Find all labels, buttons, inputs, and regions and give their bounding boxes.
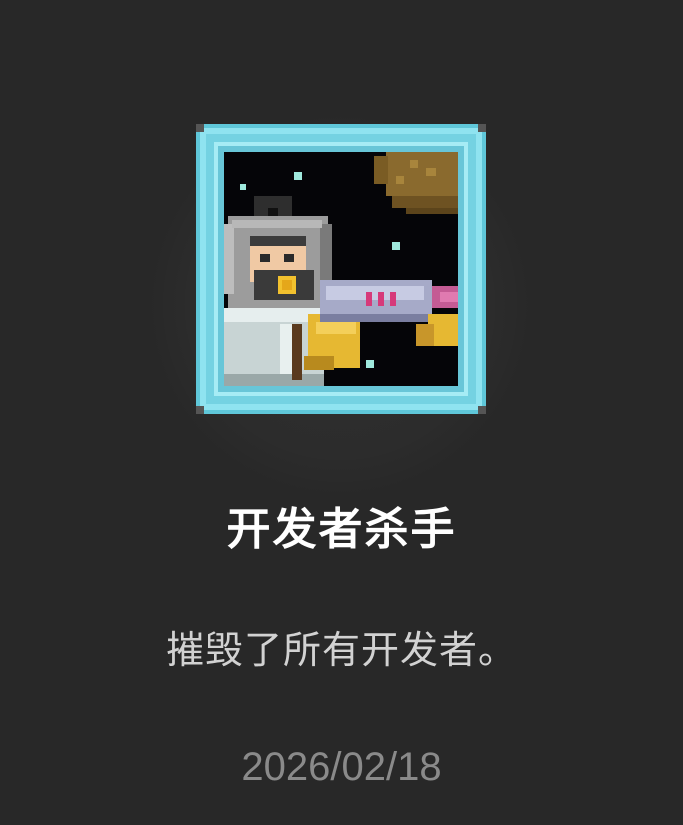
achievement-description: 摧毁了所有开发者。 <box>165 628 517 672</box>
achievement-date: 2026/02/18 <box>241 745 442 789</box>
achievement-badge <box>196 124 486 414</box>
astronaut-raygun-icon <box>196 124 486 414</box>
achievement-title: 开发者杀手 <box>226 504 457 555</box>
achievement-card: 开发者杀手 摧毁了所有开发者。 2026/02/18 <box>0 0 683 825</box>
